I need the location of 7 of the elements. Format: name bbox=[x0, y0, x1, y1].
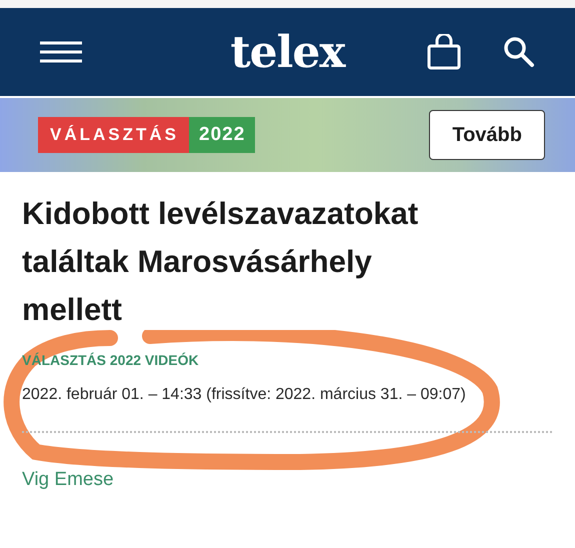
year-label: 2022 bbox=[189, 117, 256, 153]
more-button[interactable]: Tovább bbox=[429, 110, 545, 160]
publish-date: 2022. február 01. – 14:33 (frissítve: 2022. március 31. – 09:07) bbox=[22, 385, 467, 405]
logo[interactable]: telex bbox=[230, 26, 345, 78]
author-link[interactable]: Vig Emese bbox=[22, 469, 114, 491]
article-title: Kidobott levélszavazatokat találtak Marosvásárhely mellett bbox=[22, 195, 420, 329]
election-label: VÁLASZTÁS bbox=[38, 117, 189, 153]
